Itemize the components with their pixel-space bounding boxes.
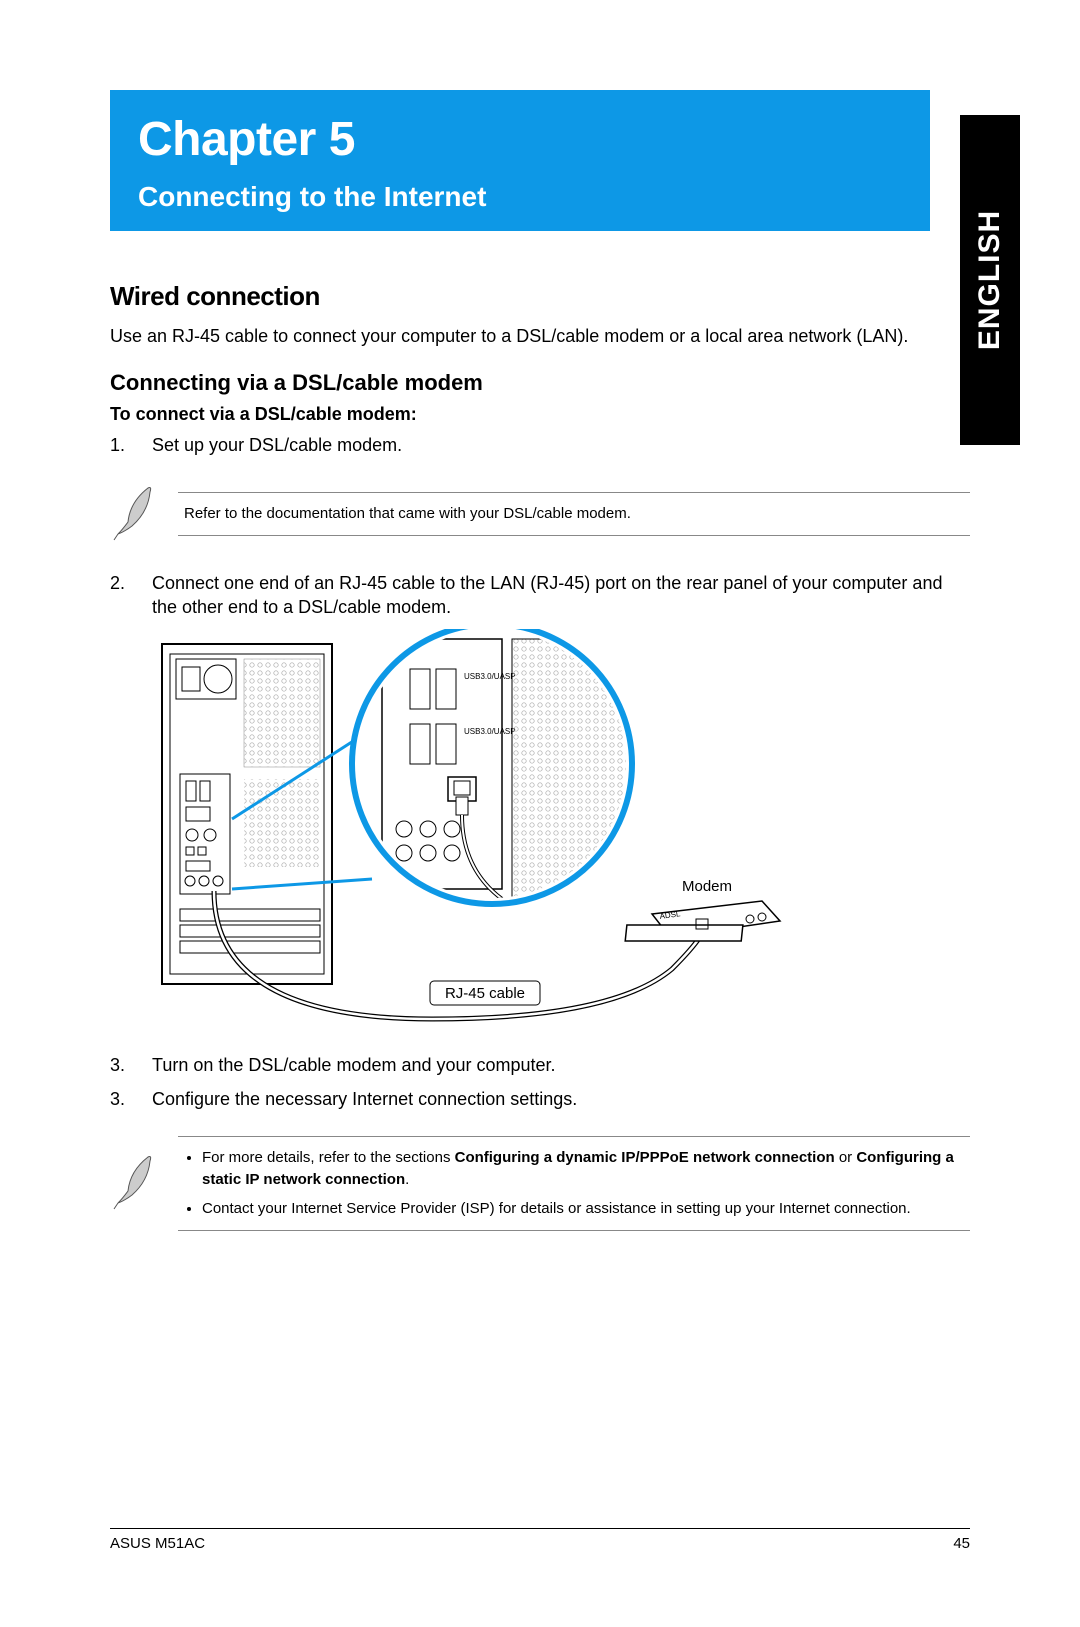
section-heading: Wired connection bbox=[110, 281, 970, 312]
step-text: Set up your DSL/cable modem. bbox=[152, 433, 970, 457]
step-item: 2. Connect one end of an RJ-45 cable to … bbox=[110, 571, 970, 620]
step-list: 1. Set up your DSL/cable modem. bbox=[110, 433, 970, 457]
manual-page: ENGLISH Chapter 5 Connecting to the Inte… bbox=[0, 0, 1080, 1627]
step-item: 1. Set up your DSL/cable modem. bbox=[110, 433, 970, 457]
procedure-heading: To connect via a DSL/cable modem: bbox=[110, 404, 970, 425]
note-bullet: Contact your Internet Service Provider (… bbox=[202, 1198, 964, 1220]
note-bullet: For more details, refer to the sections … bbox=[202, 1147, 964, 1191]
feather-icon bbox=[110, 1151, 160, 1216]
step-number: 2. bbox=[110, 571, 152, 620]
step-text: Configure the necessary Internet connect… bbox=[152, 1087, 970, 1111]
step-number: 1. bbox=[110, 433, 152, 457]
subsection-heading: Connecting via a DSL/cable modem bbox=[110, 370, 970, 396]
step-number: 3. bbox=[110, 1053, 152, 1077]
computer-tower-icon bbox=[162, 644, 332, 984]
intro-paragraph: Use an RJ-45 cable to connect your compu… bbox=[110, 324, 970, 348]
chapter-number: Chapter 5 bbox=[138, 112, 902, 167]
step-list: 3. Turn on the DSL/cable modem and your … bbox=[110, 1053, 970, 1112]
modem-icon: Modem ADSL bbox=[625, 878, 780, 941]
note-text: For more details, refer to the sections … bbox=[178, 1136, 970, 1231]
step-number: 3. bbox=[110, 1087, 152, 1111]
svg-text:Modem: Modem bbox=[682, 878, 732, 895]
language-tab: ENGLISH bbox=[960, 115, 1020, 445]
language-label: ENGLISH bbox=[973, 210, 1007, 350]
step-text: Turn on the DSL/cable modem and your com… bbox=[152, 1053, 970, 1077]
step-item: 3. Turn on the DSL/cable modem and your … bbox=[110, 1053, 970, 1077]
note-text: Refer to the documentation that came wit… bbox=[178, 492, 970, 536]
connection-diagram: USB3.0/UASP USB3.0/UASP bbox=[152, 629, 792, 1029]
svg-text:USB3.0/UASP: USB3.0/UASP bbox=[464, 672, 516, 681]
footer-page-number: 45 bbox=[953, 1535, 970, 1552]
step-list: 2. Connect one end of an RJ-45 cable to … bbox=[110, 571, 970, 620]
step-item: 3. Configure the necessary Internet conn… bbox=[110, 1087, 970, 1111]
feather-icon bbox=[110, 482, 160, 547]
note-block: Refer to the documentation that came wit… bbox=[110, 482, 970, 547]
svg-text:USB3.0/UASP: USB3.0/UASP bbox=[464, 727, 516, 736]
footer-model: ASUS M51AC bbox=[110, 1535, 205, 1552]
step-text: Connect one end of an RJ-45 cable to the… bbox=[152, 571, 970, 620]
cable-label: RJ-45 cable bbox=[430, 981, 540, 1005]
page-footer: ASUS M51AC 45 bbox=[110, 1528, 970, 1552]
note-block: For more details, refer to the sections … bbox=[110, 1136, 970, 1231]
chapter-subtitle: Connecting to the Internet bbox=[138, 181, 902, 213]
svg-text:RJ-45 cable: RJ-45 cable bbox=[445, 985, 525, 1002]
chapter-banner: Chapter 5 Connecting to the Internet bbox=[110, 90, 930, 231]
